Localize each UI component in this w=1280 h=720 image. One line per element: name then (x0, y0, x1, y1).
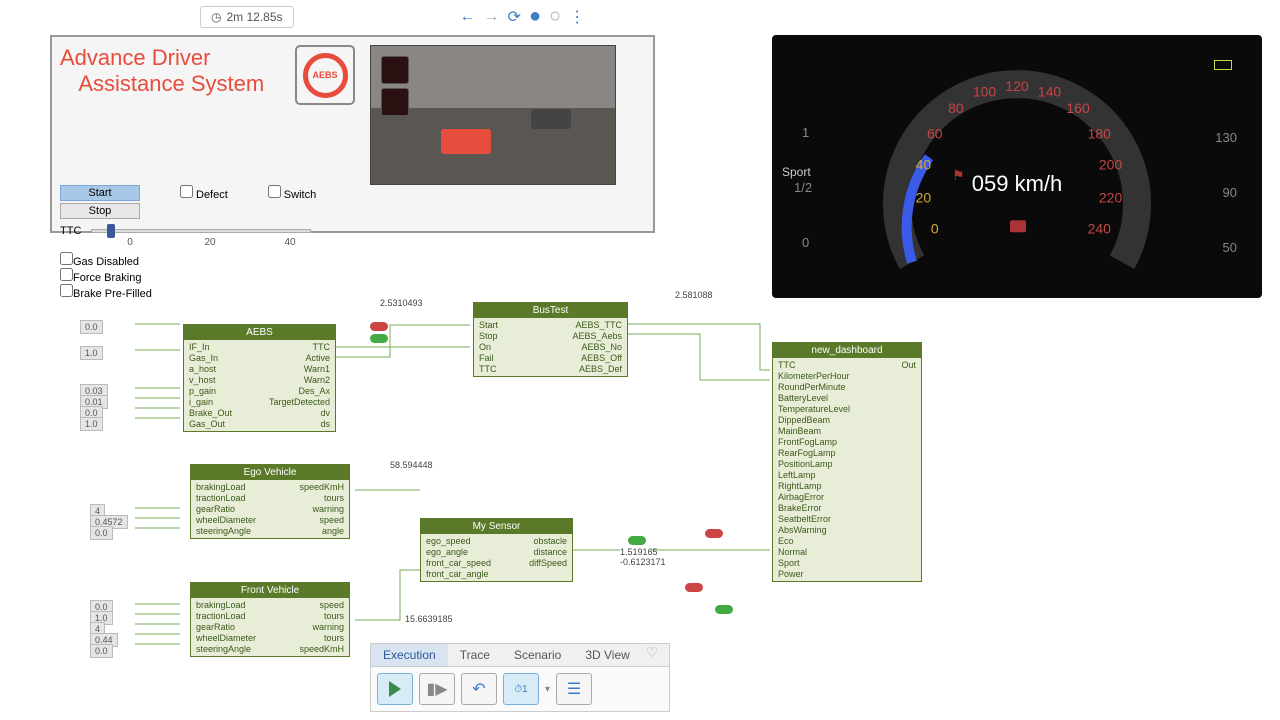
empty-circle-icon[interactable]: ○ (549, 5, 561, 28)
toggle-switch[interactable] (715, 605, 733, 614)
toggle-switch[interactable] (685, 583, 703, 592)
svg-text:180: 180 (1088, 125, 1112, 141)
svg-text:240: 240 (1088, 220, 1112, 236)
wire-value: 58.594448 (390, 460, 433, 470)
step-button[interactable]: ▮▶ (419, 673, 455, 705)
block-diagram[interactable]: 0.0 1.0 0.03 0.01 0.0 1.0 4 0.4572 0.0 0… (60, 280, 960, 660)
clock-icon: ◷ (211, 10, 221, 24)
svg-text:40: 40 (916, 156, 932, 172)
stop-button[interactable]: Stop (60, 203, 140, 219)
block-bustest[interactable]: BusTest StartStopOnFailTTCAEBS_TTCAEBS_A… (473, 302, 628, 377)
sim-time-badge: ◷ 2m 12.85s (200, 6, 294, 28)
filled-circle-icon[interactable]: ● (529, 5, 541, 28)
more-icon[interactable]: ⋮ (569, 7, 585, 27)
ttc-slider[interactable] (91, 229, 311, 233)
block-newdash[interactable]: new_dashboard TTCKilometerPerHourRoundPe… (772, 342, 922, 582)
svg-text:120: 120 (1005, 77, 1029, 93)
scene-preview (370, 45, 616, 185)
refresh-icon[interactable]: ⟳ (508, 7, 521, 27)
block-sensor[interactable]: My Sensor ego_speedego_anglefront_car_sp… (420, 518, 573, 582)
svg-text:60: 60 (927, 125, 943, 141)
wire-value: 15.6639185 (405, 614, 453, 624)
settings-button[interactable]: ☰ (556, 673, 592, 705)
switch-checkbox[interactable]: Switch (268, 185, 316, 221)
block-ego[interactable]: Ego Vehicle brakingLoadtractionLoadgearR… (190, 464, 350, 539)
back-icon[interactable]: ← (460, 8, 476, 26)
tab-trace[interactable]: Trace (448, 644, 502, 666)
gas-disabled-checkbox[interactable]: Gas Disabled (60, 252, 645, 268)
panel-title: Advance Driver Assistance System (60, 45, 290, 98)
svg-text:200: 200 (1099, 156, 1123, 172)
battery-icon (1214, 60, 1232, 70)
aebs-logo: AEBS (295, 45, 355, 105)
svg-text:0: 0 (931, 220, 939, 236)
wire-value: -0.6123171 (620, 557, 666, 567)
toggle-switch[interactable] (370, 334, 388, 343)
const-input[interactable]: 1.0 (80, 417, 103, 431)
speed-readout: 059 km/h (772, 171, 1262, 197)
ttc-label: TTC (60, 225, 81, 237)
svg-text:100: 100 (973, 83, 997, 99)
tab-scenario[interactable]: Scenario (502, 644, 573, 666)
speed-button[interactable]: ⏱1 (503, 673, 539, 705)
sim-time: 2m 12.85s (226, 10, 282, 24)
wire-value: 2.5310493 (380, 298, 423, 308)
svg-text:140: 140 (1038, 83, 1062, 99)
block-front[interactable]: Front Vehicle brakingLoadtractionLoadgea… (190, 582, 350, 657)
wire-value: 2.581088 (675, 290, 713, 300)
toggle-switch[interactable] (628, 536, 646, 545)
const-input[interactable]: 0.0 (80, 320, 103, 334)
svg-text:80: 80 (948, 100, 964, 116)
tab-3dview[interactable]: 3D View (573, 644, 641, 666)
block-aebs[interactable]: AEBS IF_InGas_Ina_hostv_hostp_gaini_gain… (183, 324, 336, 432)
reset-button[interactable]: ↶ (461, 673, 497, 705)
const-input[interactable]: 0.0 (90, 644, 113, 658)
toggle-switch[interactable] (370, 322, 388, 331)
const-input[interactable]: 0.0 (90, 526, 113, 540)
const-input[interactable]: 1.0 (80, 346, 103, 360)
start-button[interactable]: Start (60, 185, 140, 201)
adas-panel: Advance Driver Assistance System AEBS St… (50, 35, 655, 233)
svg-text:160: 160 (1066, 100, 1090, 116)
toggle-switch[interactable] (705, 529, 723, 538)
forward-icon[interactable]: → (484, 8, 500, 26)
tab-execution[interactable]: Execution (371, 644, 448, 666)
heart-icon[interactable]: ♡ (646, 644, 659, 666)
defect-checkbox[interactable]: Defect (180, 185, 228, 221)
wire-value: 1.519165 (620, 547, 658, 557)
bottom-bar: Execution Trace Scenario 3D View ♡ ▮▶ ↶ … (370, 643, 670, 712)
play-button[interactable] (377, 673, 413, 705)
dashboard-gauge: Sport 1 1/2 0 130 90 50 0204060801001201… (772, 35, 1262, 298)
